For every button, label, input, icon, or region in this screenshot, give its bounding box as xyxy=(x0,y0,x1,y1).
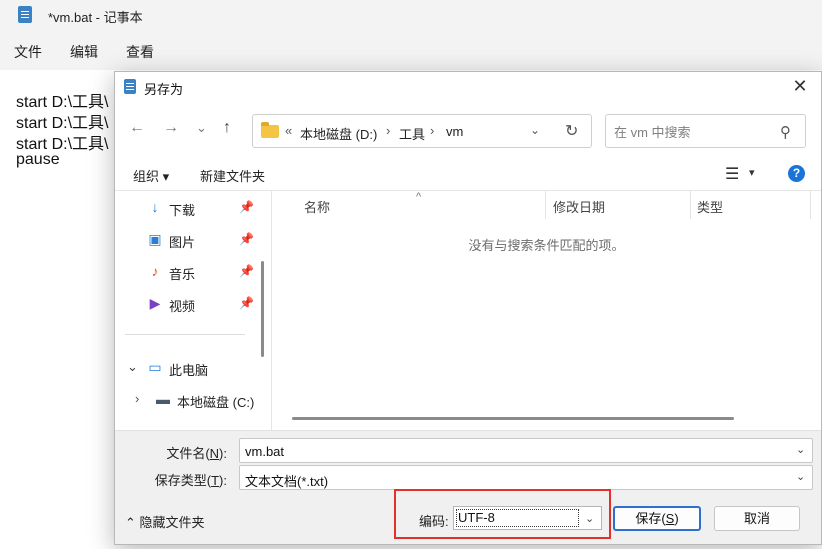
encoding-label: 编码: xyxy=(419,514,449,529)
nav-item-label: 视频 xyxy=(169,299,196,314)
chevron-down-icon[interactable]: ⌄ xyxy=(796,470,805,483)
view-dropdown-icon[interactable]: ▾ xyxy=(749,166,755,179)
filename-input[interactable] xyxy=(245,443,765,459)
column-divider[interactable] xyxy=(810,191,811,219)
filename-label: 文件名(N): xyxy=(166,446,227,461)
refresh-icon[interactable]: ↻ xyxy=(565,121,578,141)
computer-icon: ▭ xyxy=(148,359,162,375)
back-arrow-icon[interactable]: ← xyxy=(129,120,145,136)
nav-item-label: 音乐 xyxy=(169,267,196,282)
organize-button[interactable]: 组织 ▾ xyxy=(133,166,169,185)
breadcrumb-drive-d[interactable]: 本地磁盘 (D:) xyxy=(300,124,377,143)
notepad-window-title: *vm.bat - 记事本 xyxy=(48,10,143,25)
nav-item-this-pc[interactable]: ⌄ ▭ 此电脑 xyxy=(115,353,265,381)
save-button[interactable]: 保存(S) xyxy=(613,506,701,531)
column-header-date[interactable]: 修改日期 xyxy=(553,197,605,216)
forward-arrow-icon[interactable]: → xyxy=(163,120,179,136)
nav-divider xyxy=(125,334,245,335)
search-input[interactable] xyxy=(614,123,774,141)
breadcrumb-separator-icon[interactable]: › xyxy=(386,123,390,138)
file-list: ^ 名称 修改日期 类型 没有与搜索条件匹配的项。 xyxy=(272,191,821,431)
pictures-icon: ▣ xyxy=(148,231,162,247)
column-divider[interactable] xyxy=(545,191,546,219)
pin-icon[interactable]: 📌 xyxy=(239,232,254,246)
notepad-app-icon xyxy=(18,6,32,23)
filetype-value: 文本文档(*.txt) xyxy=(245,474,329,489)
dialog-titlebar[interactable]: 另存为 ✕ xyxy=(115,72,821,102)
save-form: 文件名(N): ⌄ 保存类型(T): 文本文档(*.txt) ⌄ ⌃ 隐藏文件夹… xyxy=(115,430,821,544)
filetype-label: 保存类型(T): xyxy=(154,473,227,488)
address-overflow-icon[interactable]: « xyxy=(285,123,292,138)
filename-combo[interactable]: ⌄ xyxy=(239,438,813,463)
cancel-button[interactable]: 取消 xyxy=(714,506,800,531)
address-bar[interactable]: « 本地磁盘 (D:) › 工具 › vm ⌄ ↻ xyxy=(252,114,592,148)
folder-icon xyxy=(261,122,279,138)
command-bar: 组织 ▾ 新建文件夹 ☰ ▾ ? xyxy=(115,158,821,190)
menu-file[interactable]: 文件 xyxy=(14,42,42,62)
pin-icon[interactable]: 📌 xyxy=(239,200,254,214)
search-box[interactable]: ⚲ xyxy=(605,114,806,148)
notepad-titlebar: *vm.bat - 记事本 xyxy=(0,0,822,30)
breadcrumb-vm[interactable]: vm xyxy=(446,124,463,139)
encoding-select[interactable]: UTF-8 ⌄ xyxy=(453,506,602,530)
breadcrumb-separator-icon[interactable]: › xyxy=(430,123,434,138)
filetype-select[interactable]: 文本文档(*.txt) ⌄ xyxy=(239,465,813,490)
navigation-pane: ↓ 下载 📌 ▣ 图片 📌 ♪ 音乐 📌 ▶ 视频 📌 ⌄ ▭ 此电脑 › ▬ … xyxy=(115,191,271,431)
nav-item-videos[interactable]: ▶ 视频 📌 xyxy=(115,289,265,317)
notepad-menubar: 文件 编辑 查看 xyxy=(0,30,822,70)
nav-item-label: 本地磁盘 (C:) xyxy=(177,395,255,410)
editor-line: pause xyxy=(16,151,60,168)
address-history-chevron-icon[interactable]: ⌄ xyxy=(530,123,540,137)
download-icon: ↓ xyxy=(151,199,159,215)
navigation-bar: ← → ⌄ ↑ « 本地磁盘 (D:) › 工具 › vm ⌄ ↻ ⚲ xyxy=(115,108,821,148)
column-divider[interactable] xyxy=(690,191,691,219)
close-button[interactable]: ✕ xyxy=(785,76,815,98)
chevron-down-icon[interactable]: ⌄ xyxy=(585,512,594,525)
up-arrow-icon[interactable]: ↑ xyxy=(223,120,231,136)
pin-icon[interactable]: 📌 xyxy=(239,296,254,310)
new-folder-button[interactable]: 新建文件夹 xyxy=(200,166,265,185)
help-icon[interactable]: ? xyxy=(788,165,805,182)
nav-item-label: 下载 xyxy=(169,203,196,218)
drive-icon: ▬ xyxy=(156,391,170,407)
nav-scrollbar[interactable] xyxy=(261,261,264,357)
nav-item-drive-c[interactable]: › ▬ 本地磁盘 (C:) xyxy=(115,385,265,413)
view-options-icon[interactable]: ☰ xyxy=(725,164,739,184)
column-header-name[interactable]: 名称 xyxy=(304,197,330,216)
sort-caret-icon: ^ xyxy=(416,191,422,203)
nav-item-downloads[interactable]: ↓ 下载 📌 xyxy=(115,193,265,221)
notepad-app-icon xyxy=(124,79,136,94)
nav-item-label: 图片 xyxy=(169,235,196,250)
nav-item-label: 此电脑 xyxy=(169,363,209,378)
video-icon: ▶ xyxy=(149,295,161,311)
nav-item-pictures[interactable]: ▣ 图片 📌 xyxy=(115,225,265,253)
pin-icon[interactable]: 📌 xyxy=(239,264,254,278)
dialog-title: 另存为 xyxy=(144,82,184,97)
recent-locations-chevron-icon[interactable]: ⌄ xyxy=(196,120,207,136)
column-header-type[interactable]: 类型 xyxy=(697,197,723,216)
breadcrumb-tools[interactable]: 工具 xyxy=(399,124,425,143)
hide-folders-toggle[interactable]: ⌃ 隐藏文件夹 xyxy=(125,512,205,531)
search-icon[interactable]: ⚲ xyxy=(780,123,791,141)
save-as-dialog: 另存为 ✕ ← → ⌄ ↑ « 本地磁盘 (D:) › 工具 › vm ⌄ ↻ … xyxy=(114,71,822,545)
collapse-chevron-icon[interactable]: › xyxy=(135,391,139,406)
menu-view[interactable]: 查看 xyxy=(126,42,154,62)
encoding-value: UTF-8 xyxy=(456,509,579,527)
horizontal-scrollbar[interactable] xyxy=(292,417,734,420)
empty-list-message: 没有与搜索条件匹配的项。 xyxy=(468,238,625,253)
browser-body: ↓ 下载 📌 ▣ 图片 📌 ♪ 音乐 📌 ▶ 视频 📌 ⌄ ▭ 此电脑 › ▬ … xyxy=(115,190,821,431)
expand-chevron-icon[interactable]: ⌄ xyxy=(127,359,138,375)
music-icon: ♪ xyxy=(151,263,159,279)
chevron-down-icon[interactable]: ⌄ xyxy=(796,443,805,456)
nav-item-music[interactable]: ♪ 音乐 📌 xyxy=(115,257,265,285)
menu-edit[interactable]: 编辑 xyxy=(70,42,98,62)
